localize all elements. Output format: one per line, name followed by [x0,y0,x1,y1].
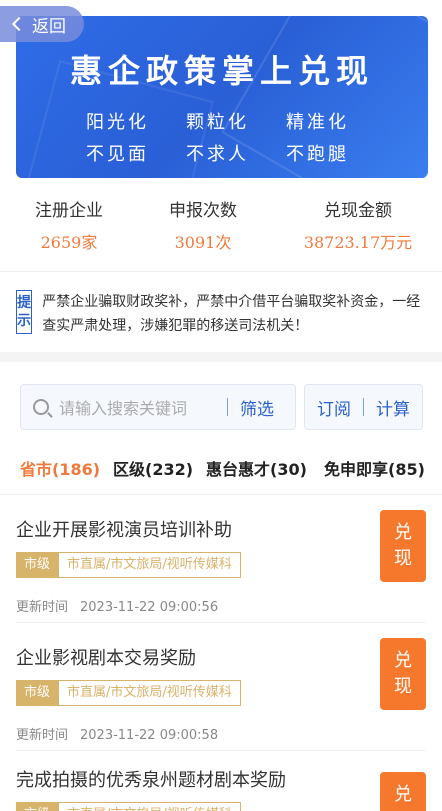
banner-slogan: 不求人 [186,144,249,165]
separator [363,398,364,416]
banner-title: 惠企政策掌上兑现 [69,52,374,90]
stat-value: 38723.17万元 [303,233,413,252]
policy-title[interactable]: 完成拍摄的优秀泉州题材剧本奖励 [16,766,286,792]
stats-bar: 注册企业 2659家 申报次数 3091次 兑现金额 38723.17万元 [0,196,442,256]
stat-label: 申报次数 [169,201,237,221]
level-tag: 市级 [16,552,59,578]
redeem-char: 兑 [394,650,412,671]
stat-label: 兑现金额 [324,201,392,221]
banner-slogan: 阳光化 [86,112,149,133]
notice-bar: 提 示 严禁企业骗取财政奖补，严禁中介借平台骗取奖补资金，一经查实严肃处理，涉嫌… [16,290,426,338]
divider [0,494,442,495]
update-time-label: 更新时间 [16,600,69,615]
banner-slogan-row: 阳光化 颗粒化 精准化 [86,108,386,134]
policy-title[interactable]: 企业开展影视演员培训补助 [16,516,232,542]
update-time-value: 2023-11-22 09:00:58 [80,728,219,743]
section-separator [0,352,442,362]
search-icon [33,399,49,415]
stat-amount: 兑现金额 38723.17万元 [296,196,420,253]
divider [16,750,426,751]
redeem-button[interactable]: 兑 现 [380,510,426,582]
notice-icon-char: 示 [17,313,32,329]
stat-value: 3091次 [174,233,232,252]
department-tag: 市直属/市文旅局/视听传媒科 [58,680,241,706]
policy-tags: 市级 市直属/市文旅局/视听传媒科 [16,802,241,811]
separator [227,398,228,416]
subscribe-button[interactable]: 订阅 [317,395,351,420]
notice-icon-char: 提 [17,295,32,311]
calculate-button[interactable]: 计算 [376,395,410,420]
tab-province-city[interactable]: 省市(186) [20,456,100,480]
divider [0,271,442,272]
search-box[interactable]: 请输入搜索关键词 筛选 [20,384,296,430]
stat-applications: 申报次数 3091次 [158,196,248,253]
department-tag: 市直属/市文旅局/视听传媒科 [58,552,241,578]
notice-icon: 提 示 [16,290,33,334]
category-tabs: 省市(186) 区级(232) 惠台惠才(30) 免申即享(85) [0,456,442,480]
redeem-button[interactable]: 兑 现 [380,772,426,811]
policy-tags: 市级 市直属/市文旅局/视听传媒科 [16,680,241,706]
divider [16,622,426,623]
banner-slogan: 不跑腿 [286,144,349,165]
banner-slogan-row: 不见面 不求人 不跑腿 [86,140,386,166]
redeem-char: 现 [394,676,412,697]
redeem-char: 兑 [394,522,412,543]
filter-button[interactable]: 筛选 [240,395,274,420]
stat-value: 2659家 [40,233,98,252]
policy-list-item[interactable]: 企业影视剧本交易奖励 市级 市直属/市文旅局/视听传媒科 更新时间 2023-11… [16,638,426,762]
hero-banner: 惠企政策掌上兑现 阳光化 颗粒化 精准化 不见面 不求人 不跑腿 [16,16,428,178]
update-time: 更新时间 2023-11-22 09:00:56 [16,596,218,615]
stat-label: 注册企业 [35,201,103,221]
banner-slogan: 精准化 [286,112,349,133]
back-label: 返回 [32,16,66,37]
redeem-char: 兑 [394,784,412,805]
search-input[interactable]: 请输入搜索关键词 [59,395,227,419]
redeem-button[interactable]: 兑 现 [380,638,426,710]
update-time-value: 2023-11-22 09:00:56 [80,600,219,615]
department-tag: 市直属/市文旅局/视听传媒科 [58,802,241,811]
tab-auto-enjoy[interactable]: 免申即享(85) [324,456,425,480]
banner-slogan: 不见面 [86,144,149,165]
notice-text: 严禁企业骗取财政奖补，严禁中介借平台骗取奖补资金，一经查实严肃处理，涉嫌犯罪的移… [42,294,421,334]
policy-title[interactable]: 企业影视剧本交易奖励 [16,644,196,670]
stat-registered: 注册企业 2659家 [24,196,114,253]
update-time: 更新时间 2023-11-22 09:00:58 [16,724,218,743]
redeem-char: 现 [394,548,412,569]
level-tag: 市级 [16,802,59,811]
policy-list-item[interactable]: 完成拍摄的优秀泉州题材剧本奖励 市级 市直属/市文旅局/视听传媒科 兑 现 [16,766,426,811]
policy-list-item[interactable]: 企业开展影视演员培训补助 市级 市直属/市文旅局/视听传媒科 更新时间 2023-… [16,510,426,634]
tab-taiwan-talent[interactable]: 惠台惠才(30) [206,456,307,480]
banner-slogan: 颗粒化 [186,112,249,133]
back-button[interactable]: 返回 [0,6,84,42]
update-time-label: 更新时间 [16,728,69,743]
policy-tags: 市级 市直属/市文旅局/视听传媒科 [16,552,241,578]
action-box: 订阅 计算 [304,384,423,430]
level-tag: 市级 [16,680,59,706]
chevron-left-icon [11,16,27,32]
tab-district[interactable]: 区级(232) [113,456,193,480]
